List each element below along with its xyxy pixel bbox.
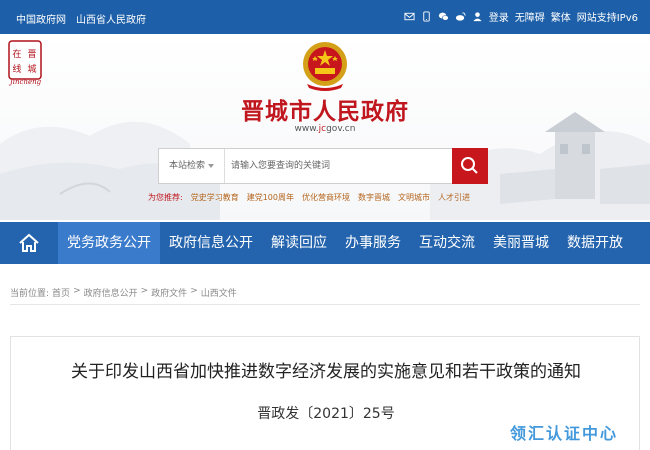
gov-cn-link[interactable]: 中国政府网	[16, 11, 66, 26]
top-bar: 中国政府网 山西省人民政府 登录 无障碍 繁体 网站支持IPv6	[0, 0, 650, 34]
watermark-text: 领汇认证中心	[510, 424, 619, 443]
login-link[interactable]: 登录	[489, 9, 509, 24]
recommend-label: 为您推荐:	[148, 193, 183, 202]
search-box: 本站检索	[158, 148, 488, 184]
site-domain: www.jcgov.cn	[0, 124, 650, 134]
traditional-chinese-link[interactable]: 繁体	[551, 9, 571, 24]
nav-home[interactable]	[0, 222, 58, 264]
weibo-icon[interactable]	[455, 11, 466, 22]
nav-item-interaction[interactable]: 互动交流	[410, 222, 484, 264]
main-nav: 党务政务公开 政府信息公开 解读回应 办事服务 互动交流 美丽晋城 数据开放	[0, 222, 650, 264]
recommend-item[interactable]: 数字晋城	[358, 192, 390, 203]
top-links-left: 中国政府网 山西省人民政府	[16, 11, 146, 26]
shanxi-gov-link[interactable]: 山西省人民政府	[76, 11, 146, 26]
top-links-right: 登录 无障碍 繁体 网站支持IPv6	[404, 9, 638, 24]
breadcrumb-gov-docs[interactable]: 政府文件	[151, 286, 187, 299]
national-emblem-icon	[303, 42, 347, 91]
breadcrumb-shanxi-docs[interactable]: 山西文件	[201, 286, 237, 299]
site-title[interactable]: 晋城市人民政府	[0, 92, 650, 126]
nav-item-interpretation[interactable]: 解读回应	[262, 222, 336, 264]
mobile-icon[interactable]	[421, 11, 432, 22]
search-button[interactable]	[452, 148, 488, 184]
breadcrumb-home[interactable]: 首页	[52, 286, 70, 299]
article-title: 关于印发山西省加快推进数字经济发展的实施意见和若干政策的通知	[71, 362, 581, 382]
site-header: 在 晋 线 城 Jincheng 晋城市人民政府 www.jcgov.cn 本站…	[0, 34, 650, 220]
recommend-item[interactable]: 优化营商环境	[302, 192, 350, 203]
accessibility-link[interactable]: 无障碍	[515, 9, 545, 24]
nav-item-services[interactable]: 办事服务	[336, 222, 410, 264]
jincheng-logo-seal[interactable]: 在 晋 线 城	[8, 40, 42, 80]
recommend-item[interactable]: 建党100周年	[247, 192, 294, 203]
breadcrumb-separator: >	[140, 286, 149, 296]
mail-icon[interactable]	[404, 11, 415, 22]
nav-item-party-affairs[interactable]: 党务政务公开	[58, 222, 160, 264]
recommend-item[interactable]: 党史学习教育	[191, 192, 239, 203]
svg-text:晋: 晋	[27, 49, 36, 60]
logo-caption: Jincheng	[10, 78, 42, 86]
search-scope-label: 本站检索	[168, 161, 205, 171]
svg-text:线: 线	[12, 63, 21, 75]
search-scope-select[interactable]: 本站检索	[159, 149, 225, 183]
nav-item-gov-info[interactable]: 政府信息公开	[160, 222, 262, 264]
nav-item-open-data[interactable]: 数据开放	[558, 222, 632, 264]
search-icon	[461, 157, 478, 174]
wechat-icon[interactable]	[438, 11, 449, 22]
ipv6-support-label: 网站支持IPv6	[576, 13, 638, 24]
recommend-links: 为您推荐: 党史学习教育 建党100周年 优化营商环境 数字晋城 文明城市 人才…	[148, 192, 470, 203]
user-icon	[473, 12, 482, 22]
breadcrumb-label: 当前位置:	[10, 289, 50, 299]
home-icon	[19, 233, 39, 252]
breadcrumb-divider	[10, 304, 640, 305]
svg-text:城: 城	[27, 64, 36, 75]
domain-suffix: gov.cn	[326, 124, 356, 134]
nav-item-beautiful-jincheng[interactable]: 美丽晋城	[484, 222, 558, 264]
chevron-down-icon	[208, 163, 214, 168]
domain-prefix: www.	[294, 124, 319, 134]
domain-highlight: jc	[318, 124, 327, 134]
breadcrumb-separator: >	[190, 286, 198, 296]
recommend-item[interactable]: 人才引进	[438, 192, 470, 203]
breadcrumb-separator: >	[73, 286, 81, 296]
recommend-item[interactable]: 文明城市	[398, 192, 430, 203]
breadcrumb: 当前位置: 首页 > 政府信息公开 > 政府文件 > 山西文件	[10, 286, 237, 299]
svg-text:在: 在	[12, 48, 21, 60]
search-input[interactable]	[231, 149, 451, 183]
breadcrumb-gov-info[interactable]: 政府信息公开	[84, 286, 138, 299]
